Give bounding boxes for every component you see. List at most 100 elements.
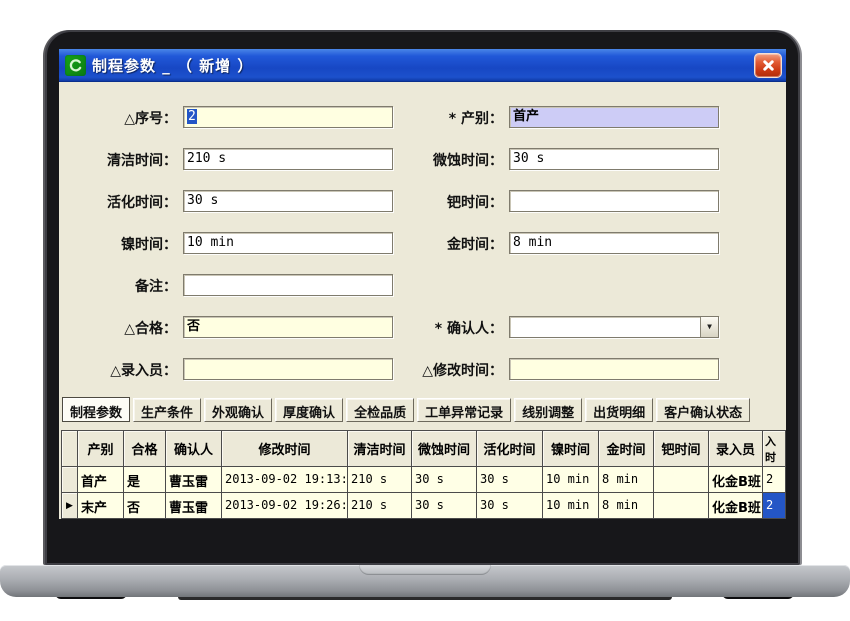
- cell-product-type[interactable]: 首产: [78, 467, 124, 493]
- laptop-base: [0, 565, 850, 597]
- tab-appearance-confirm[interactable]: 外观确认: [204, 398, 272, 422]
- row-selector[interactable]: [62, 467, 78, 493]
- laptop-mockup: 制程参数 _ （ 新增 ） △序号： 2 * 产别： 首产 清洁时间：: [0, 0, 850, 621]
- window-title: 制程参数 _ （ 新增 ）: [92, 55, 253, 76]
- tab-customer-confirm-status[interactable]: 客户确认状态: [656, 398, 750, 422]
- data-grid: 产别 合格 确认人 修改时间 清洁时间 微蚀时间 活化时间 镍时间 金时间 钯时…: [61, 430, 786, 519]
- close-icon: [762, 59, 775, 72]
- chevron-down-icon[interactable]: ▼: [700, 317, 718, 337]
- grid-header-row: 产别 合格 确认人 修改时间 清洁时间 微蚀时间 活化时间 镍时间 金时间 钯时…: [62, 431, 786, 467]
- col-pass: 合格: [124, 431, 166, 467]
- selected-text: 2: [187, 109, 197, 124]
- palladium-time-input[interactable]: [509, 190, 719, 212]
- combo-value: [510, 317, 700, 337]
- tab-production-conditions[interactable]: 生产条件: [133, 398, 201, 422]
- clean-time-label: 清洁时间：: [59, 150, 177, 170]
- activation-time-label: 活化时间：: [59, 192, 177, 212]
- cell-gold-time[interactable]: 8 min: [599, 467, 654, 493]
- activation-time-input[interactable]: 30 s: [183, 190, 393, 212]
- cell-pass[interactable]: 是: [124, 467, 166, 493]
- cell-microetch-time[interactable]: 30 s: [412, 467, 477, 493]
- nickel-time-input[interactable]: 10 min: [183, 232, 393, 254]
- laptop-lid-notch: [359, 565, 491, 575]
- col-modified-time: 修改时间: [222, 431, 348, 467]
- col-confirmer: 确认人: [166, 431, 222, 467]
- tab-shipment-detail[interactable]: 出货明细: [585, 398, 653, 422]
- row-selector-header: [62, 431, 78, 467]
- col-operator: 录入员: [709, 431, 763, 467]
- col-activation-time: 活化时间: [477, 431, 543, 467]
- clean-time-input[interactable]: 210 s: [183, 148, 393, 170]
- cell-modified-time[interactable]: 2013-09-02 19:26:23: [222, 493, 348, 519]
- tab-process-params[interactable]: 制程参数: [62, 397, 130, 422]
- cell-activation-time[interactable]: 30 s: [477, 467, 543, 493]
- cell-entry-time-selected[interactable]: 2: [763, 493, 786, 519]
- form-row-clean-etch: 清洁时间： 210 s 微蚀时间： 30 s: [59, 148, 786, 170]
- cell-entry-time-clipped[interactable]: 2: [763, 467, 786, 493]
- col-gold-time: 金时间: [599, 431, 654, 467]
- table-row-current[interactable]: ▶ 末产 否 曹玉雷 2013-09-02 19:26:23 210 s 30 …: [62, 493, 786, 519]
- cell-clean-time[interactable]: 210 s: [348, 467, 412, 493]
- col-microetch-time: 微蚀时间: [412, 431, 477, 467]
- close-button[interactable]: [754, 53, 782, 78]
- modified-time-label: △修改时间：: [395, 360, 503, 380]
- cell-microetch-time[interactable]: 30 s: [412, 493, 477, 519]
- form-row-pass-confirmer: △合格： 否 * 确认人： ▼: [59, 316, 786, 338]
- tab-line-adjustment[interactable]: 线别调整: [514, 398, 582, 422]
- microetch-time-label: 微蚀时间：: [395, 150, 503, 170]
- product-type-label: * 产别：: [395, 108, 503, 128]
- confirmer-label: * 确认人：: [395, 318, 503, 338]
- tab-workorder-anomaly-log[interactable]: 工单异常记录: [417, 398, 511, 422]
- cell-operator[interactable]: 化金B班: [709, 493, 763, 519]
- cell-modified-time[interactable]: 2013-09-02 19:13:03: [222, 467, 348, 493]
- screen-viewport: 制程参数 _ （ 新增 ） △序号： 2 * 产别： 首产 清洁时间：: [59, 49, 786, 519]
- tab-strip: 制程参数 生产条件 外观确认 厚度确认 全检品质 工单异常记录 线别调整 出货明…: [62, 398, 750, 423]
- cell-confirmer[interactable]: 曹玉雷: [166, 467, 222, 493]
- operator-input[interactable]: [183, 358, 393, 380]
- serial-label: △序号：: [59, 108, 177, 128]
- table-row[interactable]: 首产 是 曹玉雷 2013-09-02 19:13:03 210 s 30 s …: [62, 467, 786, 493]
- operator-label: △录入员：: [59, 360, 177, 380]
- current-row-marker[interactable]: ▶: [62, 493, 78, 519]
- nickel-time-label: 镍时间：: [59, 234, 177, 254]
- cell-gold-time[interactable]: 8 min: [599, 493, 654, 519]
- serial-input[interactable]: 2: [183, 106, 393, 128]
- tab-full-inspection-quality[interactable]: 全检品质: [346, 398, 414, 422]
- pass-label: △合格：: [59, 318, 177, 338]
- microetch-time-input[interactable]: 30 s: [509, 148, 719, 170]
- form-row-activate-pd: 活化时间： 30 s 钯时间：: [59, 190, 786, 212]
- col-product-type: 产别: [78, 431, 124, 467]
- gold-time-label: 金时间：: [395, 234, 503, 254]
- cell-confirmer[interactable]: 曹玉雷: [166, 493, 222, 519]
- col-clean-time: 清洁时间: [348, 431, 412, 467]
- laptop-screen-bezel: 制程参数 _ （ 新增 ） △序号： 2 * 产别： 首产 清洁时间：: [45, 30, 800, 565]
- cell-operator[interactable]: 化金B班: [709, 467, 763, 493]
- col-entry-time-clipped: 录入时间: [763, 431, 786, 467]
- tab-thickness-confirm[interactable]: 厚度确认: [275, 398, 343, 422]
- leaf-swirl-icon: [68, 58, 83, 73]
- col-nickel-time: 镍时间: [543, 431, 599, 467]
- pass-input[interactable]: 否: [183, 316, 393, 338]
- product-type-input[interactable]: 首产: [509, 106, 719, 128]
- cell-palladium-time[interactable]: [654, 467, 709, 493]
- gold-time-input[interactable]: 8 min: [509, 232, 719, 254]
- confirmer-combobox[interactable]: ▼: [509, 316, 719, 338]
- title-bar[interactable]: 制程参数 _ （ 新增 ）: [59, 49, 786, 82]
- cell-palladium-time[interactable]: [654, 493, 709, 519]
- form-row-ni-au: 镍时间： 10 min 金时间： 8 min: [59, 232, 786, 254]
- cell-product-type[interactable]: 末产: [78, 493, 124, 519]
- app-window: 制程参数 _ （ 新增 ） △序号： 2 * 产别： 首产 清洁时间：: [59, 49, 786, 519]
- cell-clean-time[interactable]: 210 s: [348, 493, 412, 519]
- remark-input[interactable]: [183, 274, 393, 296]
- cell-nickel-time[interactable]: 10 min: [543, 493, 599, 519]
- cell-nickel-time[interactable]: 10 min: [543, 467, 599, 493]
- palladium-time-label: 钯时间：: [395, 192, 503, 212]
- form-row-remark: 备注：: [59, 274, 786, 296]
- cell-pass[interactable]: 否: [124, 493, 166, 519]
- app-icon: [65, 55, 86, 76]
- form-row-serial: △序号： 2 * 产别： 首产: [59, 106, 786, 128]
- col-palladium-time: 钯时间: [654, 431, 709, 467]
- modified-time-input[interactable]: [509, 358, 719, 380]
- remark-label: 备注：: [59, 276, 177, 296]
- cell-activation-time[interactable]: 30 s: [477, 493, 543, 519]
